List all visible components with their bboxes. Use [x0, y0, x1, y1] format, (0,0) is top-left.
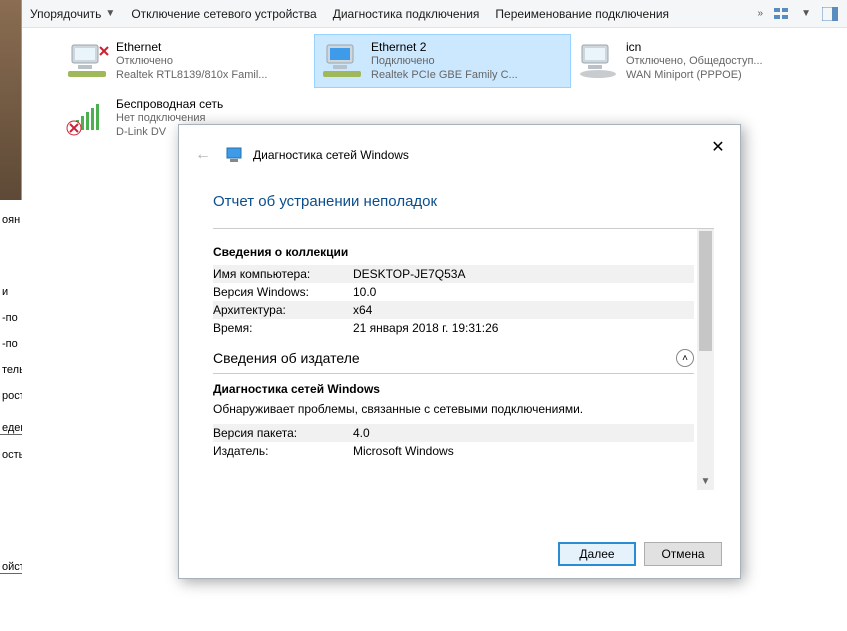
adapter-status: Отключено [116, 54, 267, 68]
collapse-button[interactable]: ˄ [676, 349, 694, 367]
report-title: Отчет об устранении неполадок [213, 193, 714, 210]
left-cropped-photo [0, 0, 22, 214]
label-architecture: Архитектура: [213, 301, 353, 319]
pack-description: Обнаруживает проблемы, связанные с сетев… [213, 402, 694, 416]
toolbar-organize[interactable]: Упорядочить ▼ [30, 7, 115, 21]
section-collection-header: Сведения о коллекции [213, 245, 694, 259]
section-publisher-header: Сведения об издателе [213, 350, 360, 366]
chevron-up-icon: ˄ [682, 353, 688, 364]
adapter-name: Беспроводная сеть [116, 97, 223, 111]
value-time: 21 января 2018 г. 19:31:26 [353, 319, 694, 337]
toolbar-disable-device[interactable]: Отключение сетевого устройства [131, 7, 316, 21]
label-publisher: Издатель: [213, 442, 353, 460]
vertical-scrollbar[interactable]: ▲ ▼ [697, 229, 714, 490]
label-computer-name: Имя компьютера: [213, 265, 353, 283]
adapter-status: Подключено [371, 54, 518, 68]
cancel-button[interactable]: Отмена [644, 542, 722, 566]
toolbar-rename[interactable]: Переименование подключения [495, 7, 669, 21]
close-icon: ✕ [711, 137, 724, 157]
toolbar-diagnose[interactable]: Диагностика подключения [333, 7, 480, 21]
value-pack-version: 4.0 [353, 424, 694, 442]
troubleshoot-dialog: ✕ ← Диагностика сетей Windows Отчет об у… [178, 124, 741, 579]
report-scroll-area: ▲ ▼ Сведения о коллекции Имя компьютера:… [213, 228, 714, 490]
adapter-name: Ethernet 2 [371, 40, 518, 54]
chevron-down-icon[interactable]: ▼ [801, 8, 811, 19]
ethernet-disabled-icon [64, 41, 112, 81]
wifi-no-connection-icon [64, 98, 112, 138]
adapter-desc: Realtek PCIe GBE Family C... [371, 68, 518, 82]
adapter-name: Ethernet [116, 40, 267, 54]
adapter-status: Отключено, Общедоступ... [626, 54, 763, 68]
label-pack-version: Версия пакета: [213, 424, 353, 442]
pack-title: Диагностика сетей Windows [213, 382, 694, 396]
dialog-title: Диагностика сетей Windows [253, 148, 409, 162]
chevron-down-icon: ▼ [105, 8, 115, 19]
scroll-down-icon[interactable]: ▼ [697, 473, 714, 490]
adapter-icn[interactable]: icn Отключено, Общедоступ... WAN Minipor… [570, 35, 825, 87]
label-time: Время: [213, 319, 353, 337]
wan-miniport-icon [574, 41, 622, 81]
adapter-desc: WAN Miniport (PPPOE) [626, 68, 763, 82]
value-architecture: x64 [353, 301, 694, 319]
adapter-ethernet[interactable]: Ethernet Отключено Realtek RTL8139/810x … [60, 35, 315, 87]
value-publisher: Microsoft Windows [353, 442, 694, 460]
toolbar: Упорядочить ▼ Отключение сетевого устрой… [22, 0, 847, 28]
dialog-header: ← Диагностика сетей Windows [179, 125, 740, 173]
back-button[interactable]: ← [191, 143, 215, 167]
next-button[interactable]: Далее [558, 542, 636, 566]
adapter-ethernet-2[interactable]: Ethernet 2 Подключено Realtek PCIe GBE F… [315, 35, 570, 87]
value-computer-name: DESKTOP-JE7Q53A [353, 265, 694, 283]
toolbar-organize-label: Упорядочить [30, 7, 101, 21]
adapter-status: Нет подключения [116, 111, 223, 125]
value-windows-version: 10.0 [353, 283, 694, 301]
close-button[interactable]: ✕ [704, 133, 732, 161]
overflow-chevron-icon[interactable]: » [758, 8, 764, 19]
ethernet-enabled-icon [319, 41, 367, 81]
adapter-desc: Realtek RTL8139/810x Famil... [116, 68, 267, 82]
diagnostics-icon [225, 146, 243, 164]
label-windows-version: Версия Windows: [213, 283, 353, 301]
view-options-icon[interactable] [773, 5, 791, 23]
scrollbar-thumb[interactable] [699, 231, 712, 351]
left-cropped-labels: оян и -по -по тель рост еден ость ойст [0, 200, 22, 574]
back-arrow-icon: ← [195, 146, 211, 164]
adapter-name: icn [626, 40, 763, 54]
preview-pane-icon[interactable] [821, 5, 839, 23]
